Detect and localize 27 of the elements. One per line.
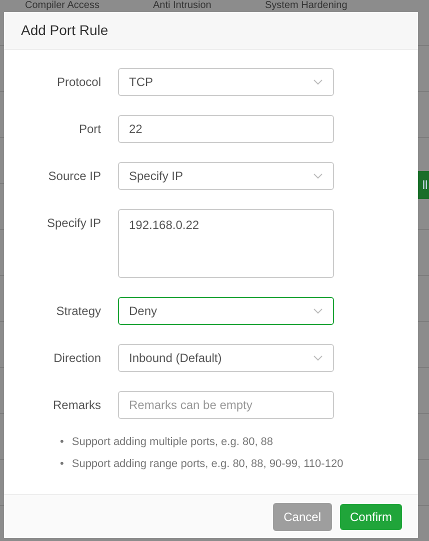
field-label: Strategy [55,303,102,320]
bullet: • [60,435,64,450]
tab[interactable]: Anti Intrusion [153,0,212,11]
field-label: Remarks [52,397,102,414]
chevron-down-icon [313,79,323,85]
dialog-title: Add Port Rule [21,21,108,40]
hint-text: Support adding range ports, e.g. 80, 88, 90-99, 110-120 [72,457,344,472]
field-label: Source IP [47,168,102,185]
chevron-down-icon [313,173,323,179]
chevron-down-icon [313,308,323,314]
input-field[interactable]: 22 [118,115,334,143]
hint-text: Support adding multiple ports, e.g. 80, 88 [72,435,274,450]
select-field[interactable]: Deny [118,297,334,325]
select-field[interactable]: Inbound (Default) [118,344,334,372]
chevron-down-icon [313,355,323,361]
bullet: • [60,457,64,472]
field-label: Specify IP [46,215,102,232]
input-field[interactable]: Remarks can be empty [118,391,334,419]
text-area[interactable]: 192.168.0.22 [118,209,334,278]
all-button[interactable]: ll [418,171,429,199]
select-field[interactable]: TCP [118,68,334,96]
tab[interactable]: Compiler Access [25,0,100,11]
tab[interactable]: System Hardening [265,0,348,11]
field-label: Protocol [56,74,102,91]
field-label: Port [78,121,102,138]
select-field[interactable]: Specify IP [118,162,334,190]
field-label: Direction [52,350,102,367]
